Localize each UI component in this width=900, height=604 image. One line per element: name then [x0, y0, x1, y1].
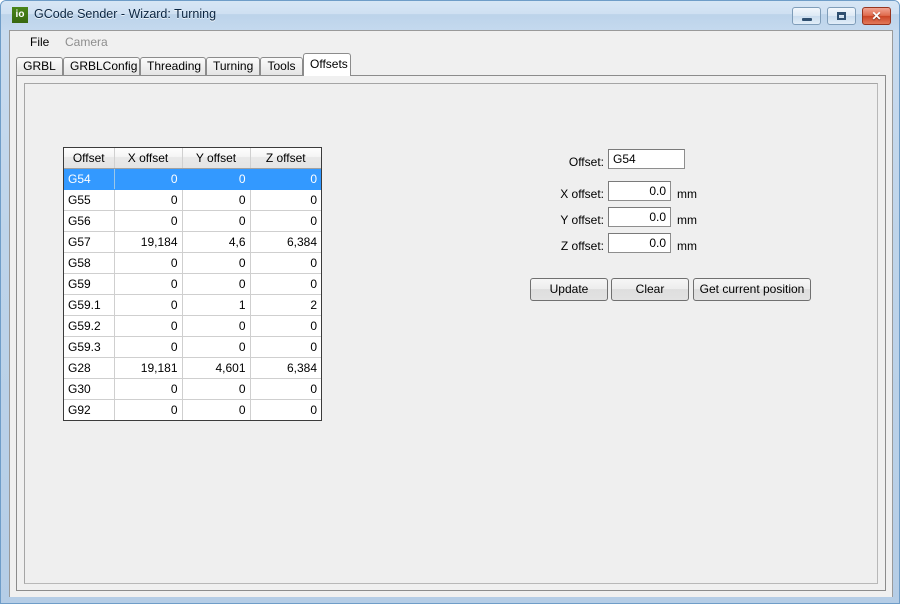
y-offset-label: Y offset: — [560, 213, 604, 227]
x-offset-unit: mm — [677, 187, 697, 201]
x-offset-label: X offset: — [560, 187, 604, 201]
title-bar[interactable]: io GCode Sender - Wizard: Turning ✕ — [1, 1, 899, 30]
get-current-position-button[interactable]: Get current position — [693, 278, 811, 301]
maximize-icon — [828, 8, 855, 24]
z-offset-input[interactable]: 0.0 — [608, 233, 671, 253]
close-button[interactable]: ✕ — [862, 7, 891, 25]
y-offset-input[interactable]: 0.0 — [608, 207, 671, 227]
tab-threading[interactable]: Threading — [140, 57, 206, 76]
offset-field-label: Offset: — [568, 155, 604, 169]
clear-button[interactable]: Clear — [611, 278, 689, 301]
maximize-button[interactable] — [827, 7, 856, 25]
y-offset-unit: mm — [677, 213, 697, 227]
x-offset-input[interactable]: 0.0 — [608, 181, 671, 201]
application-window: io GCode Sender - Wizard: Turning ✕ File… — [0, 0, 900, 604]
window-title: GCode Sender - Wizard: Turning — [34, 7, 217, 21]
minimize-button[interactable] — [792, 7, 821, 25]
minimize-icon — [793, 8, 820, 24]
offset-edit-form: Offset: G54 X offset: 0.0 mm Y offset: 0… — [25, 84, 879, 585]
tab-grbl[interactable]: GRBL — [16, 57, 63, 76]
menu-item-camera: Camera — [65, 35, 108, 49]
tab-strip: GRBL GRBLConfig Threading Turning Tools … — [16, 53, 886, 76]
close-icon: ✕ — [871, 9, 882, 23]
menu-bar: File Camera — [10, 31, 892, 53]
app-icon: io — [12, 7, 28, 23]
menu-item-file[interactable]: File — [23, 34, 56, 51]
tab-page-offsets: Offset X offset Y offset Z offset G54 0 0 0… — [16, 75, 886, 591]
tab-turning[interactable]: Turning — [206, 57, 260, 76]
z-offset-label: Z offset: — [560, 239, 604, 253]
tab-grblconfig[interactable]: GRBLConfig — [63, 57, 140, 76]
update-button[interactable]: Update — [530, 278, 608, 301]
client-area: File Camera GRBL GRBLConfig Threading Tu… — [9, 30, 893, 597]
z-offset-unit: mm — [677, 239, 697, 253]
tab-offsets[interactable]: Offsets — [303, 53, 351, 76]
tab-tools[interactable]: Tools — [260, 57, 303, 76]
offset-input[interactable]: G54 — [608, 149, 685, 169]
offsets-panel: Offset X offset Y offset Z offset G54 0 0 0… — [24, 83, 878, 584]
